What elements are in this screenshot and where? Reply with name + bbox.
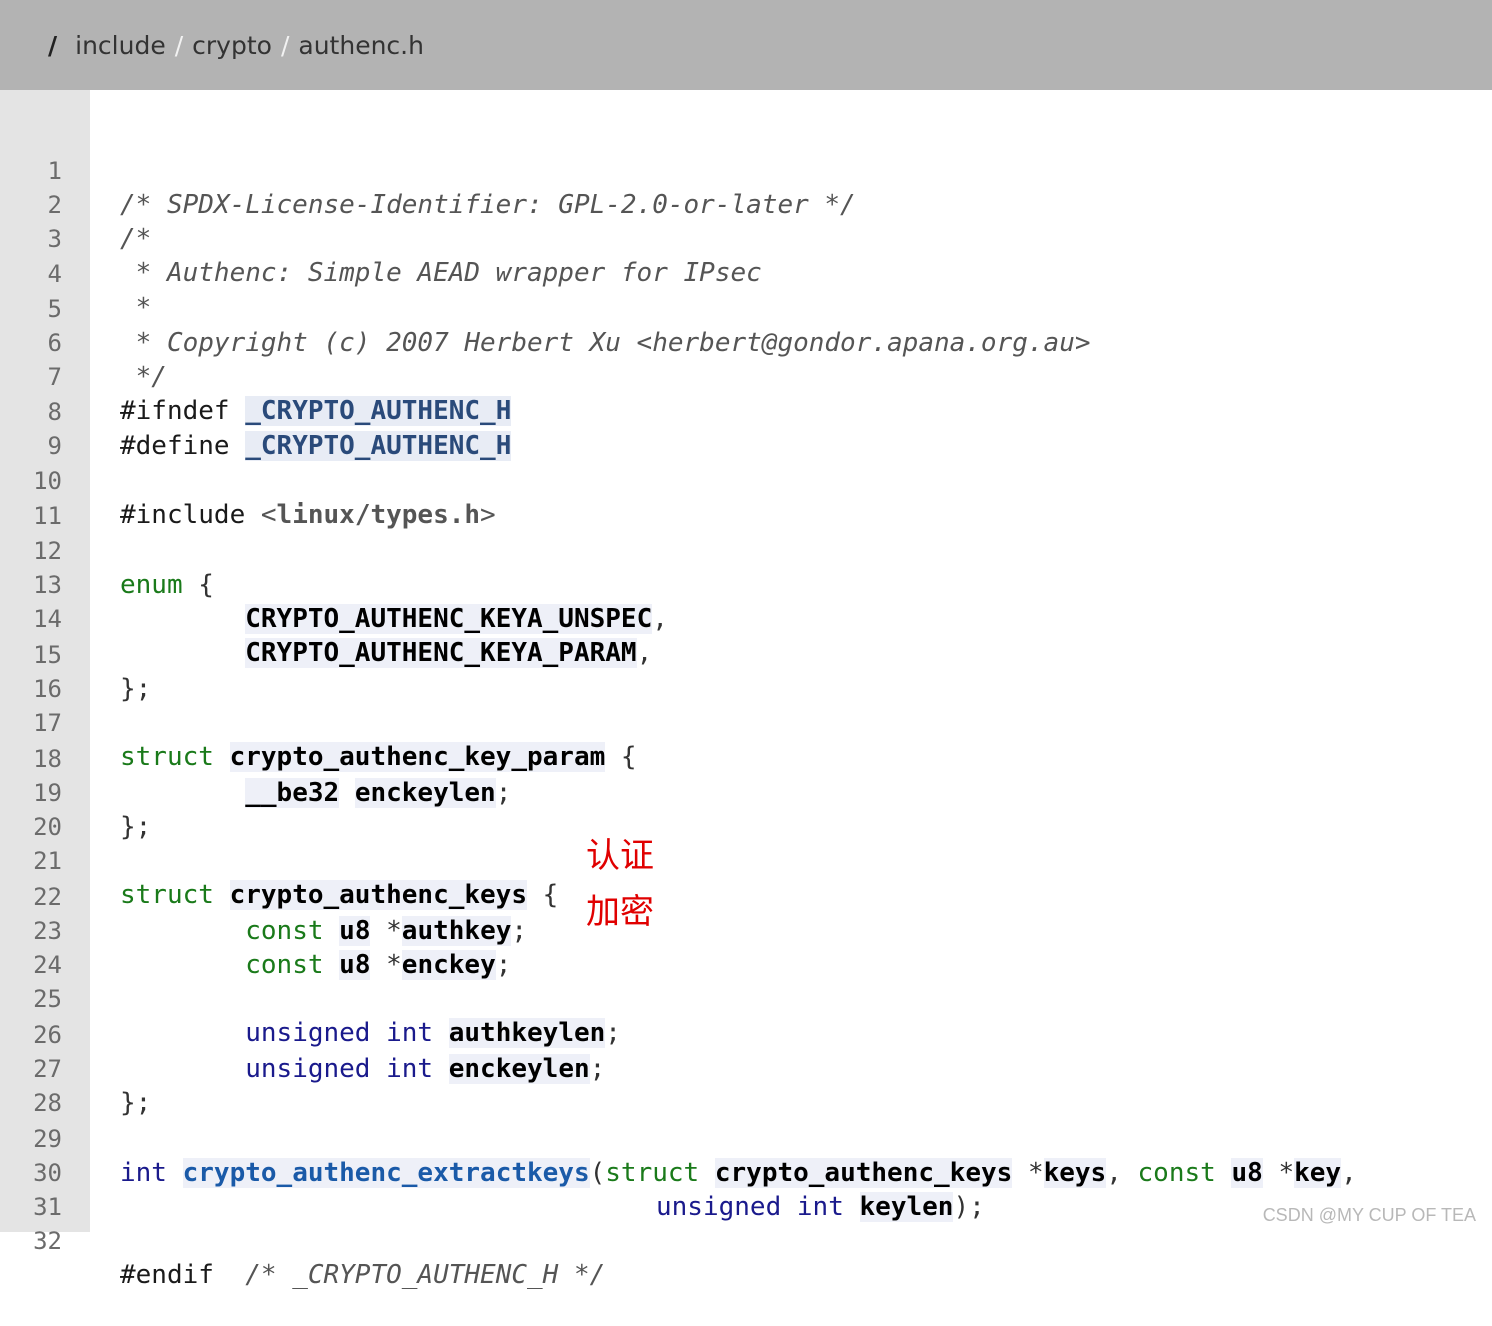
code-line: 6 */ — [48, 292, 1492, 392]
line-number[interactable]: 7 — [0, 360, 62, 394]
line-number[interactable]: 9 — [0, 429, 62, 463]
code-line: 2 /* — [48, 154, 1492, 254]
comment: /* _CRYPTO_AUTHENC_H */ — [245, 1260, 606, 1290]
code-line: 29 int crypto_authenc_extractkeys(struct… — [33, 1088, 1492, 1188]
line-number[interactable]: 29 — [0, 1122, 62, 1156]
code-line: 12 enum { — [33, 500, 1492, 600]
code-line: 5 * Copyright (c) 2007 Herbert Xu <herbe… — [48, 258, 1492, 358]
breadcrumb-item-crypto[interactable]: crypto — [192, 31, 272, 60]
code-line: 15 }; — [33, 604, 1492, 704]
breadcrumb-separator: / — [280, 30, 290, 60]
code-line: 25 unsigned int authkeylen; — [33, 948, 1492, 1048]
breadcrumb-item-include[interactable]: include — [75, 31, 166, 60]
code-line: 9 — [48, 395, 1492, 460]
code-line: 30 unsigned int keylen); — [33, 1122, 1492, 1222]
line-number[interactable]: 4 — [0, 257, 62, 291]
line-number[interactable]: 31 — [0, 1190, 62, 1224]
code-line: 13 CRYPTO_AUTHENC_KEYA_UNSPEC, — [33, 534, 1492, 634]
line-number[interactable]: 28 — [0, 1086, 62, 1120]
line-number[interactable]: 24 — [0, 948, 62, 982]
code-line: 23 const u8 *enckey; — [33, 880, 1492, 980]
code-view: 1 /* SPDX-License-Identifier: GPL-2.0-or… — [33, 90, 1492, 1290]
line-number[interactable]: 1 — [0, 154, 62, 188]
line-number[interactable]: 23 — [0, 914, 62, 948]
line-number[interactable]: 12 — [0, 534, 62, 568]
line-number[interactable]: 18 — [0, 742, 62, 776]
annotation-authkey: 认证 — [586, 836, 654, 876]
line-number[interactable]: 3 — [0, 222, 62, 256]
preprocessor-directive: #endif — [120, 1260, 214, 1290]
code-line: 27 }; — [33, 1018, 1492, 1118]
code-line: 14 CRYPTO_AUTHENC_KEYA_PARAM, — [33, 568, 1492, 668]
code-line: 16 — [33, 638, 1492, 703]
line-number[interactable]: 10 — [0, 464, 62, 498]
code-line: 7 #ifndef _CRYPTO_AUTHENC_H — [48, 326, 1492, 426]
line-number[interactable]: 11 — [0, 499, 62, 533]
code-line: 8 #define _CRYPTO_AUTHENC_H — [48, 361, 1492, 461]
code-line: 4 * — [48, 223, 1492, 323]
code-line: 1 /* SPDX-License-Identifier: GPL-2.0-or… — [48, 120, 1492, 220]
line-number[interactable]: 25 — [0, 982, 62, 1016]
code-line: 19 }; — [33, 742, 1492, 842]
code-line: 22 const u8 *authkey; — [33, 846, 1492, 946]
line-number[interactable]: 30 — [0, 1156, 62, 1190]
line-number[interactable]: 14 — [0, 602, 62, 636]
code-line: 21 struct crypto_authenc_keys { — [33, 810, 1492, 910]
code-line: 11 — [33, 465, 1492, 530]
line-number[interactable]: 13 — [0, 568, 62, 602]
code-line: 20 — [33, 776, 1492, 841]
line-number[interactable]: 19 — [0, 776, 62, 810]
code-line: 31 — [33, 1156, 1492, 1221]
code-line: 18 __be32 enckeylen; — [33, 708, 1492, 808]
line-number[interactable]: 6 — [0, 326, 62, 360]
line-number[interactable]: 8 — [0, 395, 62, 429]
line-number[interactable]: 20 — [0, 810, 62, 844]
line-number[interactable]: 32 — [0, 1224, 62, 1258]
line-number[interactable]: 21 — [0, 844, 62, 878]
line-number[interactable]: 26 — [0, 1018, 62, 1052]
line-number[interactable]: 22 — [0, 880, 62, 914]
line-number[interactable]: 15 — [0, 638, 62, 672]
breadcrumb-item-file: authenc.h — [298, 30, 424, 60]
code-line: 28 — [33, 1052, 1492, 1117]
code-line: 17 struct crypto_authenc_key_param { — [33, 672, 1492, 772]
line-number[interactable]: 27 — [0, 1052, 62, 1086]
breadcrumb: / include / crypto / authenc.h — [0, 0, 1492, 90]
code-line: 26 unsigned int enckeylen; — [33, 984, 1492, 1084]
code-line: 3 * Authenc: Simple AEAD wrapper for IPs… — [48, 188, 1492, 288]
line-number[interactable]: 5 — [0, 292, 62, 326]
annotation-enckey: 加密 — [586, 892, 654, 932]
code-line: 10 #include <linux/types.h> — [33, 430, 1492, 530]
code-line: 24 — [33, 914, 1492, 979]
line-number[interactable]: 2 — [0, 188, 62, 222]
line-number[interactable]: 17 — [0, 706, 62, 740]
breadcrumb-separator: / — [174, 30, 184, 60]
watermark: CSDN @MY CUP OF TEA — [1262, 1205, 1476, 1225]
line-number[interactable]: 16 — [0, 672, 62, 706]
breadcrumb-root[interactable]: / — [48, 31, 57, 60]
